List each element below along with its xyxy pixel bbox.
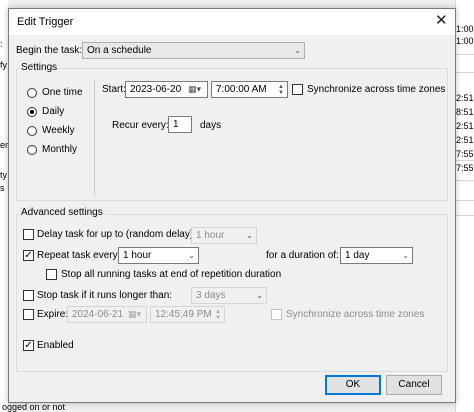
dialog-titlebar: Edit Trigger ✕: [9, 9, 455, 35]
background-window-right: [455, 0, 474, 412]
sync-time-zones-checkbox[interactable]: [292, 84, 303, 95]
ok-button[interactable]: OK: [325, 375, 381, 395]
radio-label: Monthly: [42, 144, 78, 155]
stop-running-tasks-label: Stop all running tasks at end of repetit…: [61, 269, 282, 280]
settings-divider: [94, 79, 95, 195]
chevron-down-icon: ⌄: [256, 291, 263, 300]
expire-time-field[interactable]: 12:45:49 PM ▲ ▼: [150, 306, 225, 323]
radio-monthly[interactable]: [27, 145, 37, 155]
expire-sync-checkbox[interactable]: [271, 309, 282, 320]
background-time: 2:51: [456, 121, 474, 131]
repeat-task-checkbox[interactable]: ✓: [23, 250, 34, 261]
background-time: 7:55:5: [456, 163, 474, 173]
stop-task-longer-label: Stop task if it runs longer than:: [37, 290, 173, 301]
expire-label: Expire:: [37, 309, 69, 320]
background-time: 1:00: [456, 36, 474, 46]
calendar-icon[interactable]: ▦▾: [128, 310, 141, 319]
background-status-text: ogged on or not: [2, 402, 66, 412]
chevron-down-icon: ⌄: [294, 46, 301, 55]
delay-select[interactable]: 1 hour ⌄: [191, 227, 257, 244]
duration-select[interactable]: 1 day ⌄: [340, 247, 413, 264]
enabled-checkbox[interactable]: ✓: [23, 340, 34, 351]
chevron-down-icon: ⌄: [188, 251, 195, 260]
advanced-settings-label: Advanced settings: [19, 207, 105, 218]
recur-every-label: Recur every:: [112, 120, 169, 131]
background-time: 2:51: [456, 135, 474, 145]
chevron-down-icon: ⌄: [402, 251, 409, 260]
begin-task-label: Begin the task:: [16, 45, 83, 56]
background-text: fy: [0, 60, 8, 70]
expire-sync-label: Synchronize across time zones: [286, 309, 425, 320]
dialog-title: Edit Trigger: [17, 16, 74, 28]
stop-longer-select[interactable]: 3 days ⌄: [191, 287, 267, 304]
sync-time-zones-label: Synchronize across time zones: [307, 84, 446, 95]
start-date-picker[interactable]: 2023-06-20 ▦▾: [125, 81, 208, 98]
repeat-interval-select[interactable]: 1 hour ⌄: [118, 247, 199, 264]
radio-one-time[interactable]: [27, 88, 37, 98]
background-text: :: [0, 39, 3, 49]
chevron-down-icon: ⌄: [246, 231, 253, 240]
radio-weekly[interactable]: [27, 126, 37, 136]
recur-unit-label: days: [200, 120, 222, 131]
background-time: 8:51:5: [456, 107, 474, 117]
spin-down-icon[interactable]: ▼: [278, 90, 284, 96]
delay-task-checkbox[interactable]: [23, 229, 34, 240]
edit-trigger-dialog: Edit Trigger ✕ Begin the task: On a sche…: [8, 8, 456, 403]
background-text: er: [0, 140, 9, 150]
radio-daily[interactable]: [27, 107, 37, 117]
settings-group-label: Settings: [19, 62, 60, 73]
enabled-label: Enabled: [37, 340, 74, 351]
recur-every-input[interactable]: 1: [168, 116, 192, 133]
radio-label: Weekly: [42, 125, 75, 136]
background-text: s: [0, 183, 5, 193]
repeat-task-label: Repeat task every:: [37, 250, 121, 261]
expire-date-picker[interactable]: 2024-06-21 ▦▾: [67, 306, 147, 323]
background-time: 1:00: [456, 24, 474, 34]
start-time-field[interactable]: 7:00:00 AM ▲ ▼: [211, 81, 288, 98]
stop-running-tasks-checkbox[interactable]: [46, 269, 57, 280]
background-time: 2:51: [456, 93, 474, 103]
delay-task-label: Delay task for up to (random delay):: [37, 229, 196, 240]
background-text: ty: [0, 170, 8, 180]
duration-label: for a duration of:: [266, 250, 339, 261]
expire-checkbox[interactable]: [23, 309, 34, 320]
start-label: Start:: [102, 84, 126, 95]
stop-task-longer-checkbox[interactable]: [23, 290, 34, 301]
calendar-icon[interactable]: ▦▾: [188, 85, 201, 94]
begin-task-select[interactable]: On a schedule ⌄: [82, 42, 305, 59]
radio-label: One time: [42, 87, 83, 98]
background-time: 7:55:5: [456, 149, 474, 159]
radio-label: Daily: [42, 106, 65, 117]
spin-down-icon[interactable]: ▼: [215, 315, 221, 321]
cancel-button[interactable]: Cancel: [386, 375, 442, 395]
close-icon[interactable]: ✕: [435, 13, 448, 28]
